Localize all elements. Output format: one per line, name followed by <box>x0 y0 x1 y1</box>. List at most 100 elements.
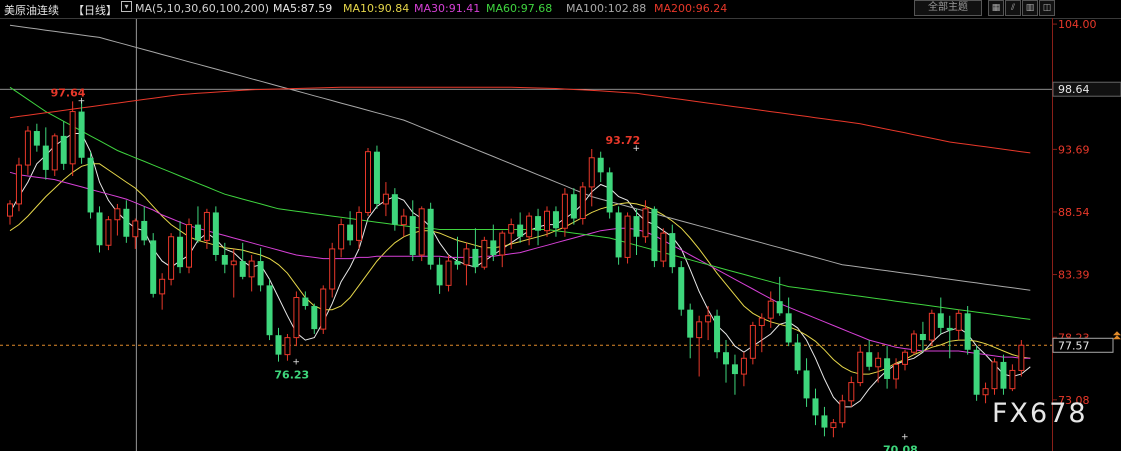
candle-body <box>463 248 470 266</box>
candle-body <box>973 349 980 395</box>
candle-body <box>284 337 291 356</box>
candle-body <box>552 211 559 229</box>
candle-body <box>24 130 31 166</box>
candle-body <box>445 260 452 286</box>
candle-body <box>893 363 900 380</box>
candle-body <box>955 312 962 331</box>
candle-body <box>320 288 327 330</box>
candle-body <box>866 352 873 367</box>
candle-body <box>991 361 998 390</box>
candle-body <box>669 233 676 268</box>
candle-body <box>606 172 613 213</box>
candle-body <box>302 297 309 307</box>
price-axis-label: 88.54 <box>1058 206 1090 219</box>
candle-body <box>248 260 255 278</box>
candle-body <box>42 145 49 170</box>
watermark: FX678 <box>992 398 1088 429</box>
candle-body <box>391 194 398 225</box>
candle-body <box>696 321 703 339</box>
candle-body <box>785 313 792 343</box>
candle-body <box>821 415 828 428</box>
candle-body <box>472 248 479 268</box>
candle-body <box>928 312 935 341</box>
candle-body <box>535 216 542 231</box>
high-label: 93.72 <box>606 134 641 147</box>
scroll-up-icon <box>1113 335 1121 340</box>
candle-body <box>159 278 166 295</box>
candle-body <box>561 193 568 229</box>
candle-body <box>767 300 774 319</box>
candle-body <box>633 216 640 237</box>
candle-body <box>714 315 721 353</box>
candle-body <box>517 224 524 237</box>
candle-body <box>857 351 864 384</box>
candle-body <box>329 248 336 290</box>
candle-body <box>597 157 604 173</box>
candle-body <box>51 135 58 171</box>
candle-body <box>526 215 533 238</box>
candle-body <box>749 324 756 359</box>
candle-body <box>114 208 121 221</box>
candle-body <box>105 219 112 246</box>
candle-body <box>1000 361 1007 389</box>
candle-body <box>946 327 953 331</box>
candle-body <box>678 267 685 310</box>
candle-body <box>266 285 273 336</box>
candle-body <box>499 232 506 256</box>
scroll-up-icon <box>1113 331 1121 336</box>
candle-body <box>812 398 819 416</box>
price-axis-label: 83.39 <box>1058 269 1090 282</box>
kline-chart[interactable]: 104.0098.8593.6988.5483.3978.2373.0898.6… <box>0 0 1121 451</box>
candle-body <box>1009 369 1016 390</box>
current-price-label: 77.57 <box>1058 339 1090 352</box>
low-label: 76.23 <box>274 369 309 382</box>
candle-body <box>624 215 631 258</box>
candle-body <box>132 220 139 238</box>
low-label: 70.08 <box>883 443 918 451</box>
candle-body <box>347 224 354 241</box>
candle-body <box>69 111 76 165</box>
candle-body <box>642 208 649 238</box>
candle-body <box>436 264 443 286</box>
candle-body <box>848 382 855 402</box>
candle-body <box>177 236 184 268</box>
candle-body <box>740 357 747 375</box>
candle-body <box>230 260 237 266</box>
candle-body <box>356 211 363 241</box>
candle-body <box>212 212 219 255</box>
candle-body <box>919 333 926 341</box>
candle-body <box>544 210 550 232</box>
extreme-marker: + <box>901 432 909 442</box>
candle-body <box>758 317 765 326</box>
price-axis-label: 104.00 <box>1058 18 1097 31</box>
candle-body <box>409 216 416 255</box>
candle-body <box>221 254 228 265</box>
candle-body <box>311 306 318 330</box>
candle-body <box>150 240 157 294</box>
candle-body <box>400 215 407 226</box>
candle-body <box>78 111 85 158</box>
candle-body <box>651 208 658 262</box>
candle-body <box>588 157 595 188</box>
candle-body <box>275 335 282 355</box>
candle-body <box>15 164 22 205</box>
candle-body <box>1018 344 1025 371</box>
candle-body <box>982 388 989 396</box>
candle-body <box>902 351 908 365</box>
candle-body <box>776 301 783 314</box>
candle-body <box>705 315 712 323</box>
candle-body <box>60 135 67 164</box>
price-axis-label: 93.69 <box>1058 143 1090 156</box>
candle-body <box>141 220 148 241</box>
candle-body <box>33 131 40 146</box>
candle-body <box>875 357 882 368</box>
candle-body <box>839 400 846 424</box>
candle-body <box>803 370 810 399</box>
candle-body <box>687 309 694 338</box>
candle-body <box>481 239 488 268</box>
candle-body <box>579 186 586 220</box>
candle-body <box>508 224 515 234</box>
candle-body <box>7 203 13 217</box>
candle-body <box>723 352 729 365</box>
extreme-marker: + <box>292 358 300 368</box>
